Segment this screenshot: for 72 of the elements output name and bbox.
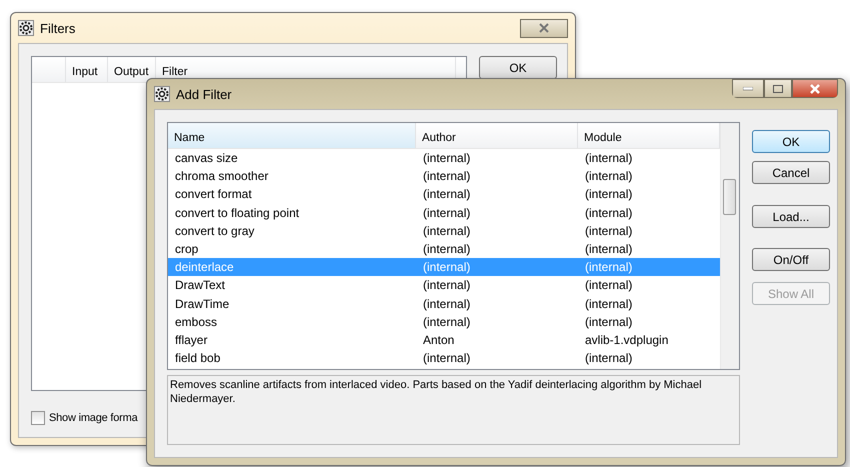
list-cell-text: DrawTime xyxy=(174,296,230,311)
list-cell-text: field bob xyxy=(174,351,222,366)
dialog-button[interactable]: Load... xyxy=(752,205,830,228)
list-cell-text: (internal) xyxy=(584,351,634,366)
list-cell-text: convert to gray xyxy=(174,224,256,238)
window-title: Filters xyxy=(40,20,76,36)
list-cell-text: (internal) xyxy=(584,296,634,311)
list-cell-text: fflayer xyxy=(174,332,208,347)
column-header[interactable]: Name xyxy=(168,123,416,148)
minimize-button[interactable] xyxy=(732,79,764,98)
list-cell-text: convert to floating point xyxy=(174,206,300,220)
list-cell-text: (internal) xyxy=(422,351,472,366)
list-cell-text: (internal) xyxy=(422,206,472,220)
scrollbar[interactable] xyxy=(720,123,739,369)
list-row[interactable]: convert to gray (internal) (internal) xyxy=(168,222,720,240)
list-cell-text: (internal) xyxy=(584,224,634,238)
list-cell-text: (internal) xyxy=(584,151,634,166)
list-cell-text: (internal) xyxy=(422,242,472,256)
close-button[interactable] xyxy=(792,79,838,98)
list-cell-text: (internal) xyxy=(422,151,472,166)
list-cell-text: deinterlace xyxy=(174,260,235,274)
list-cell-text: (internal) xyxy=(584,187,634,202)
dialog-button[interactable]: OK xyxy=(752,130,830,153)
list-cell-text: (internal) xyxy=(584,242,634,256)
column-header[interactable]: Input xyxy=(66,57,108,82)
ok-button[interactable]: OK xyxy=(479,56,557,79)
list-cell-text: canvas size xyxy=(174,151,239,166)
close-icon xyxy=(539,23,549,33)
checkbox-label: Show image forma xyxy=(49,412,138,424)
list-cell-text: (internal) xyxy=(422,314,472,329)
list-row[interactable]: convert to floating point (internal) (internal) xyxy=(168,204,720,222)
checkbox[interactable] xyxy=(31,411,45,425)
list-cell-text: (internal) xyxy=(422,169,472,184)
filter-list[interactable] xyxy=(167,122,740,370)
list-row[interactable]: chroma smoother (internal) (internal) xyxy=(168,167,720,186)
list-cell-text: (internal) xyxy=(584,169,634,184)
maximize-icon xyxy=(773,84,783,92)
list-cell-text: (internal) xyxy=(422,260,472,274)
description-text: Removes scanline artifacts from interlaced video. Parts based on the Yadif deinterlacing algorithm by Michael Niedermayer. xyxy=(167,375,740,445)
dialog-button[interactable]: Cancel xyxy=(752,161,830,184)
list-cell-text: emboss xyxy=(174,314,218,329)
list-cell-text: DrawText xyxy=(174,278,226,292)
app-icon xyxy=(154,86,170,102)
list-row[interactable]: DrawText (internal) (internal) xyxy=(168,276,720,294)
list-row[interactable]: fflayer Anton avlib-1.vdplugin xyxy=(168,330,720,350)
list-cell-text: (internal) xyxy=(422,278,472,292)
window-title: Add Filter xyxy=(176,86,233,102)
list-row[interactable]: canvas size (internal) (internal) xyxy=(168,149,720,168)
list-cell-text: chroma smoother xyxy=(174,169,270,184)
list-cell-text: (internal) xyxy=(422,224,472,238)
close-button[interactable] xyxy=(520,18,568,38)
list-cell-text: avlib-1.vdplugin xyxy=(584,332,670,347)
app-icon xyxy=(18,20,34,36)
list-cell-text: convert format xyxy=(174,187,253,202)
list-row[interactable]: crop (internal) (internal) xyxy=(168,240,720,258)
list-cell-text: (internal) xyxy=(422,187,472,202)
list-cell-text: (internal) xyxy=(584,206,634,220)
dialog-button[interactable]: On/Off xyxy=(752,248,830,271)
maximize-button[interactable] xyxy=(764,79,792,98)
list-cell-text: crop xyxy=(174,242,200,256)
close-icon xyxy=(809,84,821,94)
list-row[interactable]: field bob (internal) (internal) xyxy=(168,349,720,368)
column-header[interactable]: Author xyxy=(416,123,578,148)
list-cell-text: (internal) xyxy=(584,314,634,329)
minimize-icon xyxy=(743,86,753,90)
list-cell-text: (internal) xyxy=(584,260,634,274)
list-row[interactable]: DrawTime (internal) (internal) xyxy=(168,294,720,313)
list-row[interactable]: emboss (internal) (internal) xyxy=(168,312,720,331)
list-cell-text: Anton xyxy=(422,332,456,347)
list-row[interactable]: convert format (internal) (internal) xyxy=(168,185,720,204)
list-cell-text: (internal) xyxy=(584,278,634,292)
list-cell-text: (internal) xyxy=(422,296,472,311)
